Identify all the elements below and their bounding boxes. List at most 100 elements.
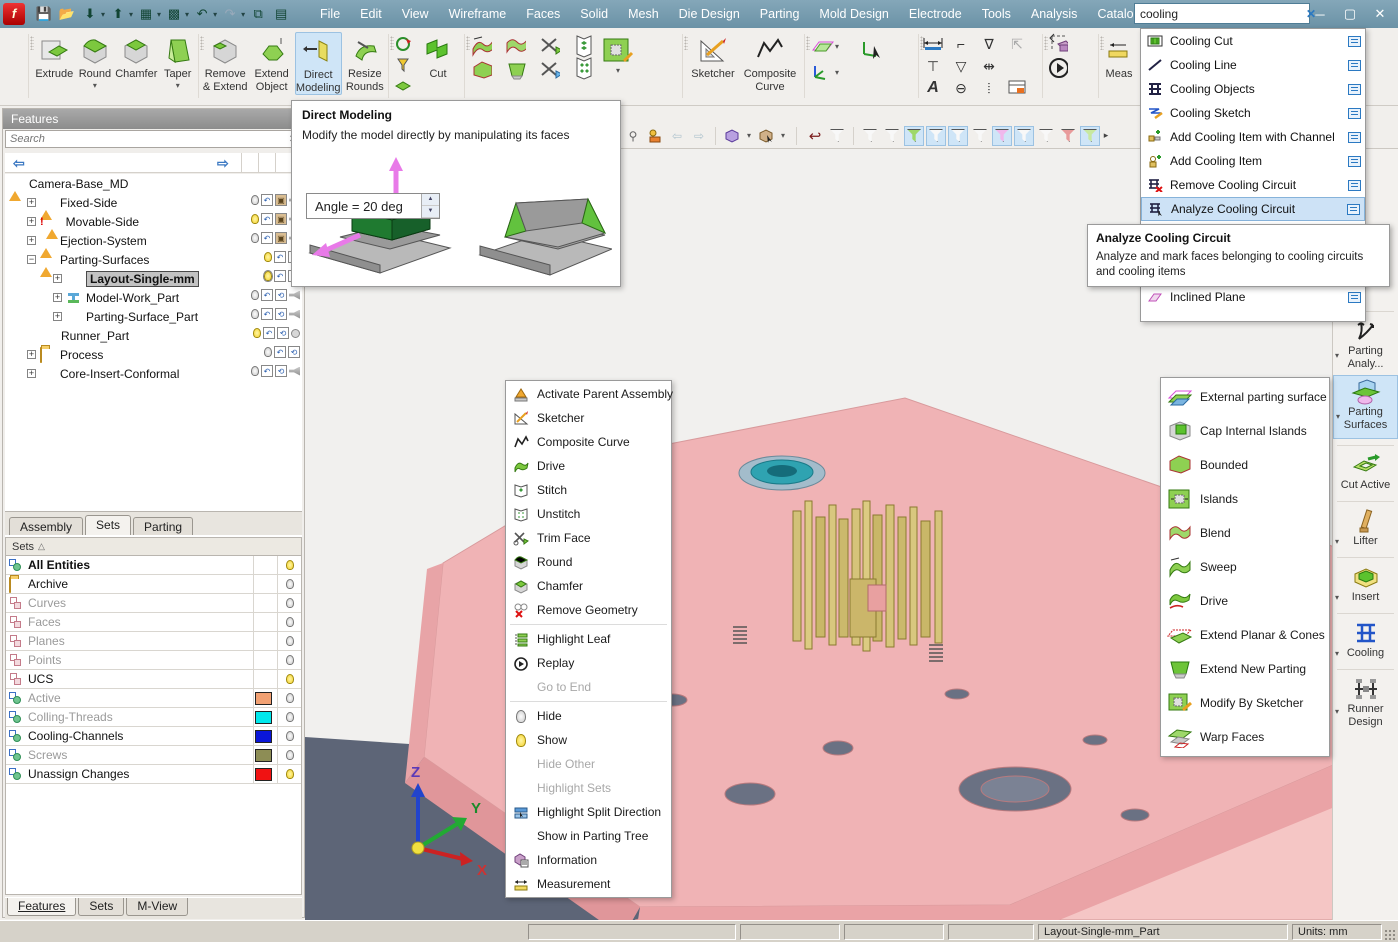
chamfer-button[interactable]: Chamfer bbox=[115, 32, 157, 81]
help-doc-icon[interactable] bbox=[1348, 179, 1361, 191]
tree-label[interactable]: Ejection-System bbox=[60, 234, 147, 248]
bulb-icon[interactable] bbox=[285, 750, 294, 760]
display-mode-icon[interactable] bbox=[722, 126, 742, 146]
extend-object-button[interactable]: Extend Object bbox=[248, 32, 294, 93]
result-cooling-cut[interactable]: Cooling Cut bbox=[1141, 29, 1365, 53]
tree-row[interactable]: Camera-Base_MD bbox=[5, 174, 302, 201]
set-label[interactable]: Points bbox=[28, 653, 253, 667]
bulb-col[interactable] bbox=[277, 746, 301, 764]
menu-item-warp-faces[interactable]: Warp Faces bbox=[1161, 720, 1329, 754]
menu-item-show-in-parting-tree[interactable]: Show in Parting Tree bbox=[506, 824, 671, 848]
set-row[interactable]: Archive bbox=[6, 575, 301, 594]
sketcher-button[interactable]: Sketcher bbox=[686, 32, 740, 81]
suppress-icon[interactable]: ↶ bbox=[274, 270, 286, 282]
help-doc-icon[interactable] bbox=[1348, 131, 1361, 143]
menu-analysis[interactable]: Analysis bbox=[1021, 0, 1088, 28]
menu-item-modify-by-sketcher[interactable]: Modify By Sketcher bbox=[1161, 686, 1329, 720]
bulb-icon[interactable] bbox=[251, 290, 259, 300]
bulb-icon[interactable] bbox=[285, 655, 294, 665]
bulb-icon[interactable] bbox=[285, 769, 294, 779]
tree-row[interactable]: + Model-Work_Part ↶ ⟲ bbox=[5, 288, 302, 307]
set-label[interactable]: Faces bbox=[28, 615, 253, 629]
angle2-dimension-icon[interactable]: ▽ bbox=[950, 56, 972, 76]
rotate-body-icon[interactable] bbox=[392, 34, 414, 54]
swatch-col[interactable] bbox=[253, 689, 277, 707]
bulb-icon[interactable] bbox=[285, 636, 294, 646]
menu-item-show[interactable]: Show bbox=[506, 728, 671, 752]
sidebar-item-cut-active[interactable]: Cut Active bbox=[1333, 451, 1398, 492]
minimize-button[interactable]: ─ bbox=[1312, 7, 1328, 22]
filter-set-icon[interactable] bbox=[1036, 126, 1056, 146]
options-dialog-icon[interactable]: ▤ bbox=[271, 4, 291, 24]
filter-plane-icon[interactable] bbox=[992, 125, 1012, 146]
color-swatch[interactable] bbox=[255, 729, 272, 743]
redo-dropdown-icon[interactable]: ▾ bbox=[241, 10, 245, 19]
help-doc-icon[interactable] bbox=[1347, 203, 1360, 215]
dropdown-arrow-icon[interactable]: ▾ bbox=[1335, 649, 1339, 658]
bulb-icon[interactable] bbox=[263, 270, 273, 282]
ordinate-dimension-icon[interactable]: ⦙ bbox=[978, 78, 1000, 98]
suppress-icon[interactable]: ↶ bbox=[261, 289, 273, 301]
bulb-icon[interactable] bbox=[251, 366, 259, 376]
bulb-col[interactable] bbox=[277, 689, 301, 707]
activate-part-icon[interactable] bbox=[645, 126, 665, 146]
menu-item-round[interactable]: Round bbox=[506, 550, 671, 574]
expand-icon[interactable]: + bbox=[53, 293, 62, 302]
detail-table-icon[interactable] bbox=[1006, 78, 1028, 98]
tree-label[interactable]: Parting-Surface_Part bbox=[86, 310, 198, 324]
image-capture-icon[interactable]: ▩ bbox=[164, 4, 184, 24]
spin-up-icon[interactable]: ▲ bbox=[422, 194, 439, 206]
resize-grip[interactable] bbox=[1384, 929, 1396, 941]
menu-item-replay[interactable]: Replay bbox=[506, 651, 671, 675]
menu-die-design[interactable]: Die Design bbox=[669, 0, 750, 28]
filter-sketch-icon[interactable] bbox=[970, 126, 990, 146]
bulb-icon[interactable] bbox=[285, 693, 294, 703]
undo-view-icon[interactable]: ↩ bbox=[805, 126, 825, 146]
suppress-icon[interactable]: ↶ bbox=[261, 213, 273, 225]
set-label[interactable]: Planes bbox=[28, 634, 253, 648]
result-add-cooling-item-with-channel[interactable]: Add Cooling Item with Channel bbox=[1141, 125, 1365, 149]
menu-item-highlight-split-direction[interactable]: Highlight Split Direction bbox=[506, 800, 671, 824]
solid-state-icon[interactable]: ⟲ bbox=[275, 308, 287, 320]
menu-item-external-parting-surface[interactable]: External parting surface bbox=[1161, 380, 1329, 414]
filter-remove-icon[interactable] bbox=[882, 126, 902, 146]
bulb-col[interactable] bbox=[277, 765, 301, 783]
angle-input-box[interactable]: Angle = 20 deg ▲ ▼ bbox=[306, 193, 440, 219]
tree-label[interactable]: Core-Insert-Conformal bbox=[60, 367, 179, 381]
stitch-icon[interactable] bbox=[574, 35, 596, 58]
help-doc-icon[interactable] bbox=[1348, 155, 1361, 167]
magnify-icon[interactable] bbox=[291, 328, 300, 338]
result-cooling-line[interactable]: Cooling Line bbox=[1141, 53, 1365, 77]
set-label[interactable]: All Entities bbox=[28, 558, 253, 572]
menu-item-highlight-leaf[interactable]: Highlight Leaf bbox=[506, 627, 671, 651]
taper-face-icon[interactable] bbox=[504, 60, 526, 80]
ucs-select-icon[interactable] bbox=[856, 40, 886, 60]
menu-item-sketcher[interactable]: Sketcher bbox=[506, 406, 671, 430]
trim-face-green-icon[interactable] bbox=[538, 36, 560, 56]
bulb-icon[interactable] bbox=[251, 309, 259, 319]
dropdown-arrow-icon[interactable]: ▾ bbox=[1335, 537, 1339, 546]
window-tools-dropdown-icon[interactable]: ▾ bbox=[157, 10, 161, 19]
tab-parting[interactable]: Parting bbox=[133, 517, 194, 535]
select-solid-icon[interactable] bbox=[756, 126, 776, 146]
menu-item-blend[interactable]: Blend bbox=[1161, 516, 1329, 550]
menu-item-trim-face[interactable]: Trim Face bbox=[506, 526, 671, 550]
menu-item-drive[interactable]: Drive bbox=[1161, 584, 1329, 618]
maximize-button[interactable]: ▢ bbox=[1342, 6, 1358, 22]
back-icon[interactable]: ⇦ bbox=[667, 126, 687, 146]
tree-label-selected[interactable]: Layout-Single-mm bbox=[86, 270, 199, 287]
features-search-box[interactable]: ✕ bbox=[5, 130, 302, 148]
leader-dimension-icon[interactable]: ⊤ bbox=[922, 56, 944, 76]
tree-row[interactable]: + ! Movable-Side ↶ ▣ bbox=[5, 212, 302, 239]
bulb-icon[interactable] bbox=[251, 233, 259, 243]
sidebar-item-lifter[interactable]: ▾ Lifter bbox=[1333, 507, 1398, 548]
tab-sets[interactable]: Sets bbox=[85, 515, 132, 535]
color-swatch[interactable] bbox=[255, 710, 272, 724]
swatch-col[interactable] bbox=[253, 746, 277, 764]
clamp-icon[interactable] bbox=[289, 366, 300, 376]
tree-row-selected[interactable]: + Layout-Single-mm ↶⟲ bbox=[5, 269, 302, 288]
bulb-icon[interactable] bbox=[251, 214, 259, 224]
help-doc-icon[interactable] bbox=[1348, 83, 1361, 95]
help-doc-icon[interactable] bbox=[1348, 59, 1361, 71]
export-icon[interactable]: ⬆ bbox=[108, 4, 128, 24]
